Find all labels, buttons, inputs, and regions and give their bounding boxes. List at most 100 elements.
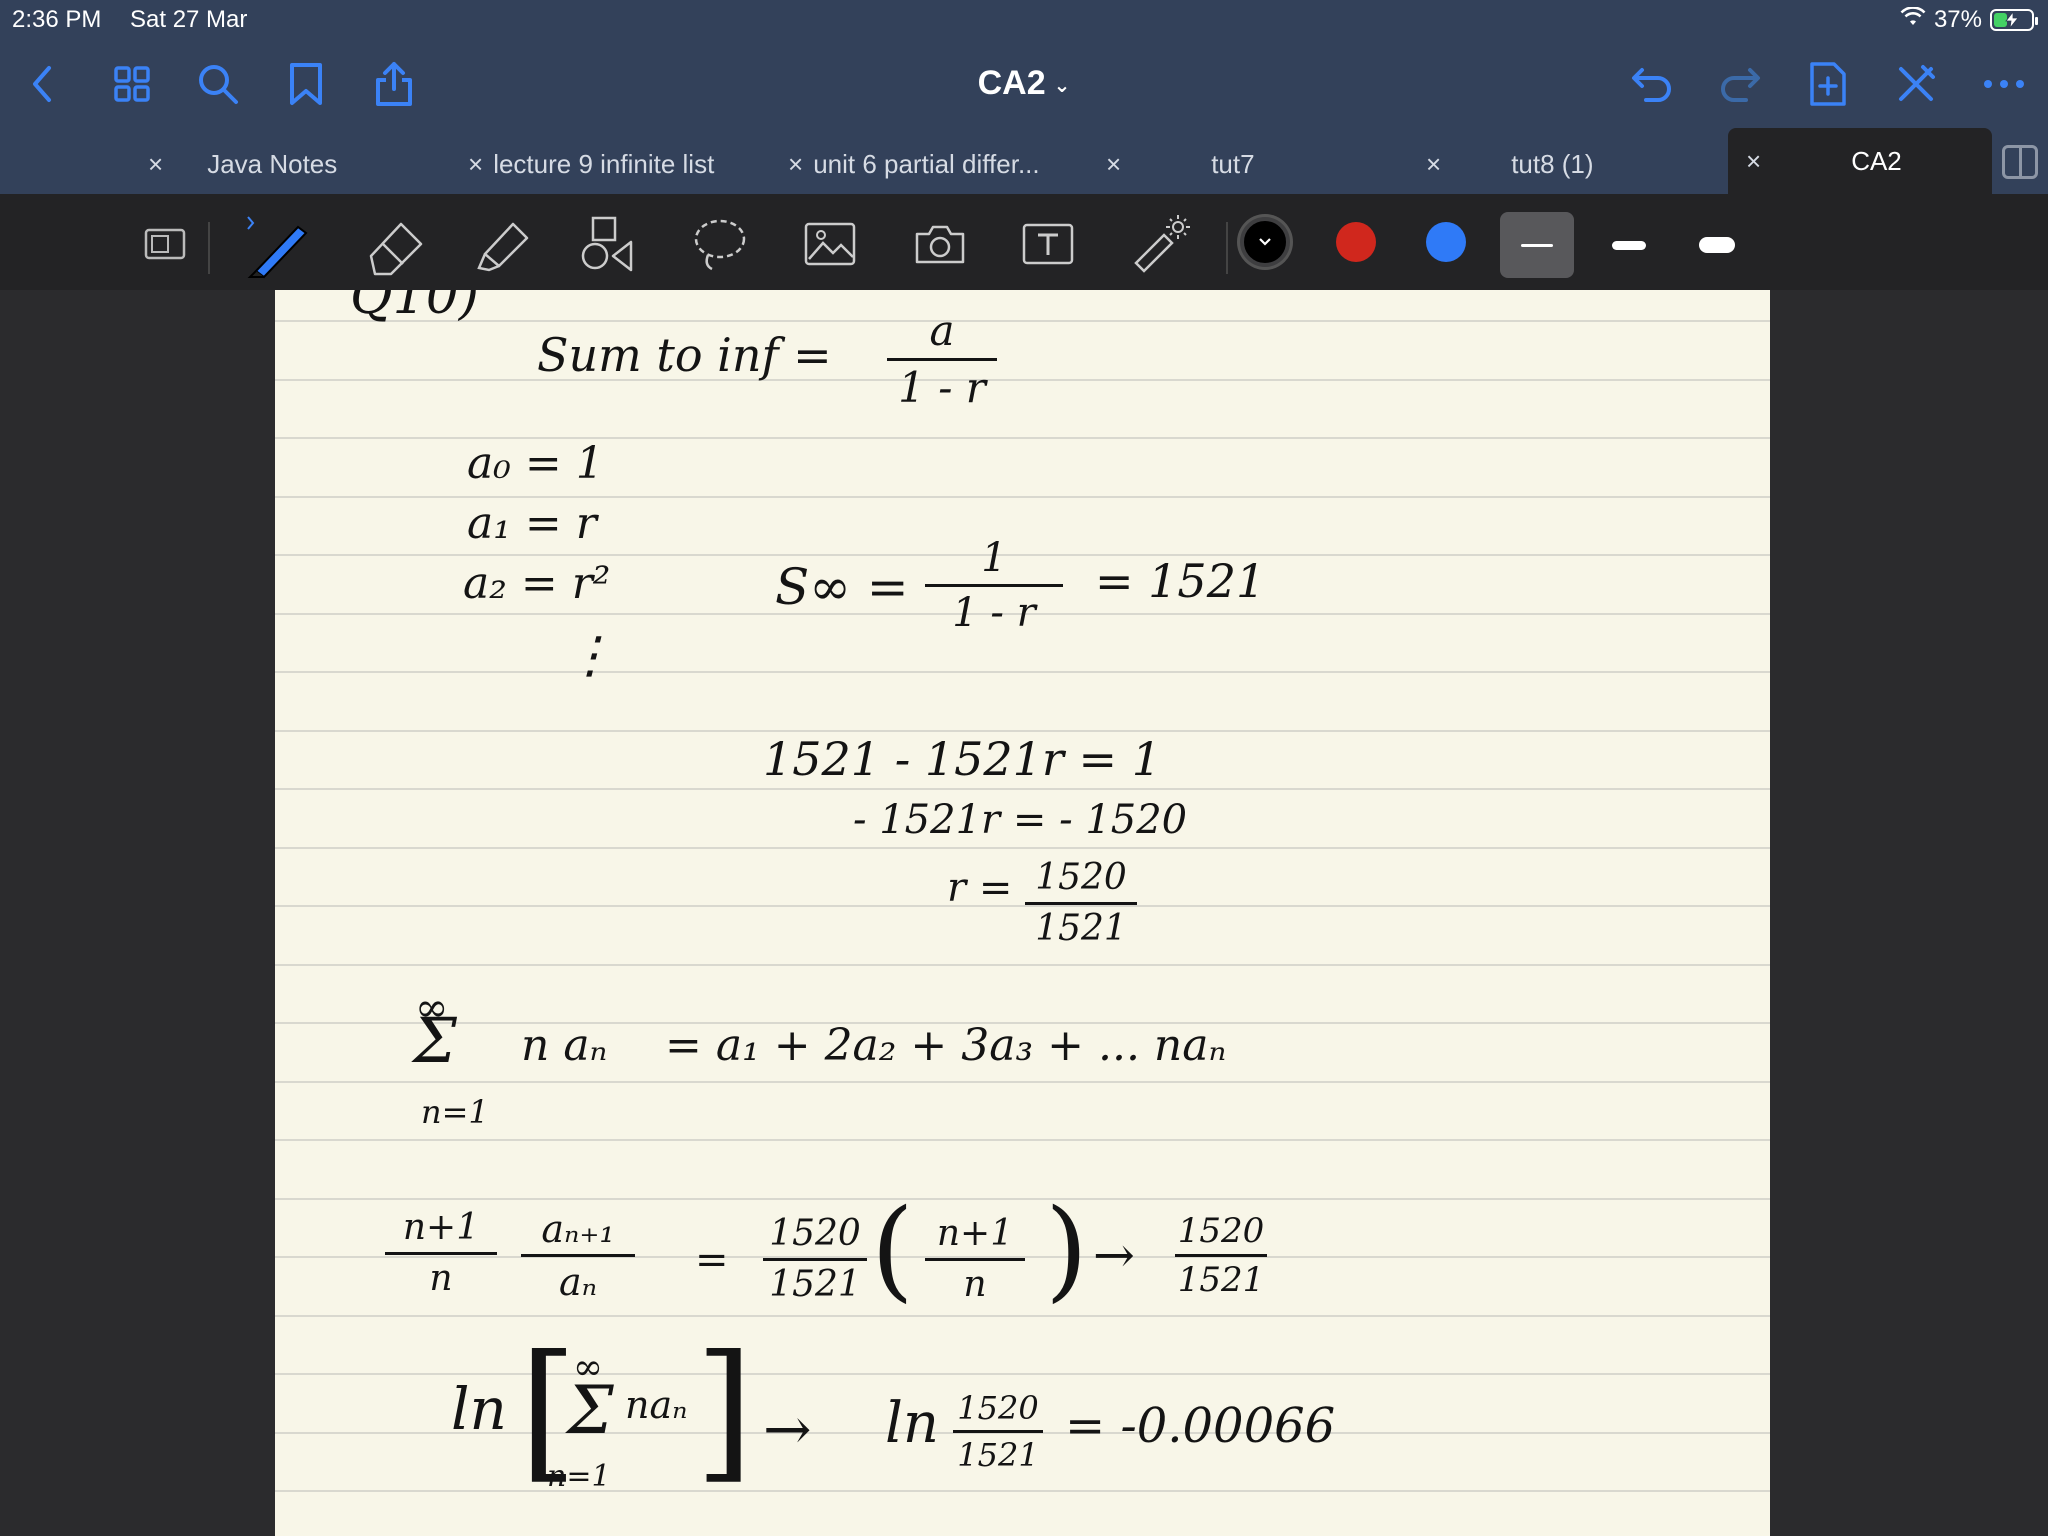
s-inf-text: S∞ = bbox=[775, 558, 909, 616]
ratio-a-fraction: aₙ₊₁ aₙ bbox=[521, 1210, 635, 1301]
color-blue-swatch[interactable] bbox=[1426, 222, 1466, 262]
fraction-numerator: 1520 bbox=[769, 1213, 861, 1254]
fraction-denominator: 1521 bbox=[1035, 908, 1127, 949]
back-chevron-icon[interactable] bbox=[18, 60, 66, 108]
fraction-denominator: n bbox=[429, 1258, 453, 1299]
ln-result: = -0.00066 bbox=[1065, 1398, 1336, 1454]
stroke-medium-button[interactable] bbox=[1592, 212, 1666, 278]
fraction-numerator: 1520 bbox=[1177, 1211, 1265, 1251]
s-inf-fraction: 1 1 - r bbox=[925, 538, 1063, 633]
a0-text: a₀ = 1 bbox=[467, 438, 604, 489]
split-view-icon[interactable] bbox=[2002, 145, 2038, 179]
status-time: 2:36 PM bbox=[12, 6, 102, 33]
laser-pointer-icon[interactable] bbox=[1124, 214, 1196, 274]
stroke-thick-button[interactable] bbox=[1680, 212, 1754, 278]
close-icon[interactable]: × bbox=[1746, 146, 1761, 177]
more-icon[interactable] bbox=[1980, 60, 2028, 108]
close-pen-icon[interactable] bbox=[1892, 60, 1940, 108]
note-page[interactable]: Q10) Sum to inf = a 1 - r a₀ = 1 a₁ = r … bbox=[275, 290, 1770, 1536]
close-icon[interactable]: × bbox=[148, 149, 163, 180]
ruled-line bbox=[275, 1315, 1770, 1317]
tab-tut7[interactable]: × tut7 bbox=[1106, 134, 1406, 194]
tab-label: lecture 9 infinite list bbox=[493, 148, 715, 179]
ratio-n-fraction: n+1 n bbox=[385, 1210, 497, 1297]
ratio-equals: = bbox=[695, 1237, 729, 1283]
tab-unit-6[interactable]: × unit 6 partial differ... bbox=[788, 134, 1088, 194]
series-term: n aₙ bbox=[521, 1020, 608, 1071]
tab-ca2[interactable]: × CA2 bbox=[1728, 128, 1992, 194]
ln2-fraction: 1520 1521 bbox=[953, 1392, 1043, 1471]
bookmark-icon[interactable] bbox=[282, 60, 330, 108]
ratio-arrow: → bbox=[1093, 1226, 1135, 1284]
camera-icon[interactable] bbox=[904, 214, 976, 274]
close-icon[interactable]: × bbox=[468, 149, 483, 180]
tab-tut8[interactable]: × tut8 (1) bbox=[1426, 134, 1726, 194]
lasso-icon[interactable] bbox=[684, 214, 756, 274]
close-icon[interactable]: × bbox=[1426, 149, 1441, 180]
fraction-bar bbox=[1175, 1254, 1267, 1257]
fraction-bar bbox=[953, 1430, 1043, 1433]
ruled-line bbox=[275, 671, 1770, 673]
ruled-line bbox=[275, 1198, 1770, 1200]
ruled-line bbox=[275, 788, 1770, 790]
fraction-bar bbox=[925, 1258, 1025, 1261]
fraction-numerator: n+1 bbox=[402, 1207, 480, 1248]
ruled-line bbox=[275, 379, 1770, 381]
close-icon[interactable]: × bbox=[1106, 149, 1121, 180]
image-icon[interactable] bbox=[794, 214, 866, 274]
close-icon[interactable]: × bbox=[788, 149, 803, 180]
ratio-n-plus-fraction: n+1 n bbox=[925, 1216, 1025, 1303]
color-black-swatch[interactable] bbox=[1240, 217, 1290, 267]
search-icon[interactable] bbox=[194, 60, 242, 108]
wifi-icon bbox=[1900, 6, 1926, 34]
left-paren: ( bbox=[871, 1185, 914, 1313]
right-bracket: ] bbox=[695, 1324, 754, 1498]
tab-label: tut8 (1) bbox=[1511, 148, 1594, 179]
color-red-swatch[interactable] bbox=[1336, 222, 1376, 262]
status-date: Sat 27 Mar bbox=[130, 6, 248, 33]
ruled-line bbox=[275, 1139, 1770, 1141]
ruled-line bbox=[275, 1081, 1770, 1083]
share-icon[interactable] bbox=[370, 60, 418, 108]
undo-icon[interactable] bbox=[1628, 60, 1676, 108]
fraction-bar bbox=[385, 1252, 497, 1255]
fraction-bar bbox=[521, 1254, 635, 1257]
ruled-line bbox=[275, 847, 1770, 849]
s-inf-value: = 1521 bbox=[1095, 554, 1266, 608]
tab-java-notes[interactable]: × Java Notes bbox=[148, 134, 448, 194]
shapes-icon[interactable] bbox=[574, 214, 646, 274]
a1-text: a₁ = r bbox=[467, 498, 597, 549]
tab-lecture-9[interactable]: × lecture 9 infinite list bbox=[468, 134, 768, 194]
fraction-denominator: 1 - r bbox=[952, 590, 1036, 636]
stroke-thin-button[interactable] bbox=[1500, 212, 1574, 278]
toolbar-separator bbox=[208, 222, 210, 274]
ln-sigma: Σ bbox=[567, 1372, 614, 1449]
battery-percent: 37% bbox=[1933, 6, 1982, 33]
status-bar: 2:36 PM Sat 27 Mar 37% bbox=[0, 0, 2048, 40]
ruled-line bbox=[275, 320, 1770, 322]
right-paren: ) bbox=[1045, 1185, 1088, 1313]
fraction-numerator: n+1 bbox=[936, 1213, 1014, 1254]
text-icon[interactable] bbox=[1012, 214, 1084, 274]
fraction-denominator: 1 - r bbox=[898, 363, 986, 412]
chevron-down-icon[interactable]: ⌄ bbox=[1054, 75, 1071, 97]
document-title[interactable]: CA2 bbox=[978, 64, 1046, 102]
ratio-constant-fraction: 1520 1521 bbox=[763, 1216, 867, 1303]
add-page-icon[interactable] bbox=[1804, 60, 1852, 108]
pen-icon[interactable] bbox=[240, 214, 320, 279]
fraction-bar bbox=[1025, 902, 1137, 905]
eraser-icon[interactable] bbox=[356, 214, 436, 276]
lasso-select-icon[interactable] bbox=[132, 214, 198, 274]
battery-charging-icon bbox=[1990, 9, 2038, 31]
thumbnails-grid-icon[interactable] bbox=[108, 60, 156, 108]
redo-icon[interactable] bbox=[1716, 60, 1764, 108]
a2-text: a₂ = r² bbox=[463, 558, 611, 609]
highlighter-icon[interactable] bbox=[462, 214, 542, 274]
toolbar-separator bbox=[1226, 222, 1228, 274]
fraction-denominator: 1521 bbox=[957, 1436, 1039, 1474]
ln-arrow: → bbox=[763, 1395, 812, 1463]
question-label: Q10) bbox=[350, 290, 480, 326]
status-right: 37% bbox=[1900, 6, 2038, 34]
r-equals: r = bbox=[947, 865, 1013, 911]
fraction-numerator: 1520 bbox=[957, 1389, 1039, 1427]
